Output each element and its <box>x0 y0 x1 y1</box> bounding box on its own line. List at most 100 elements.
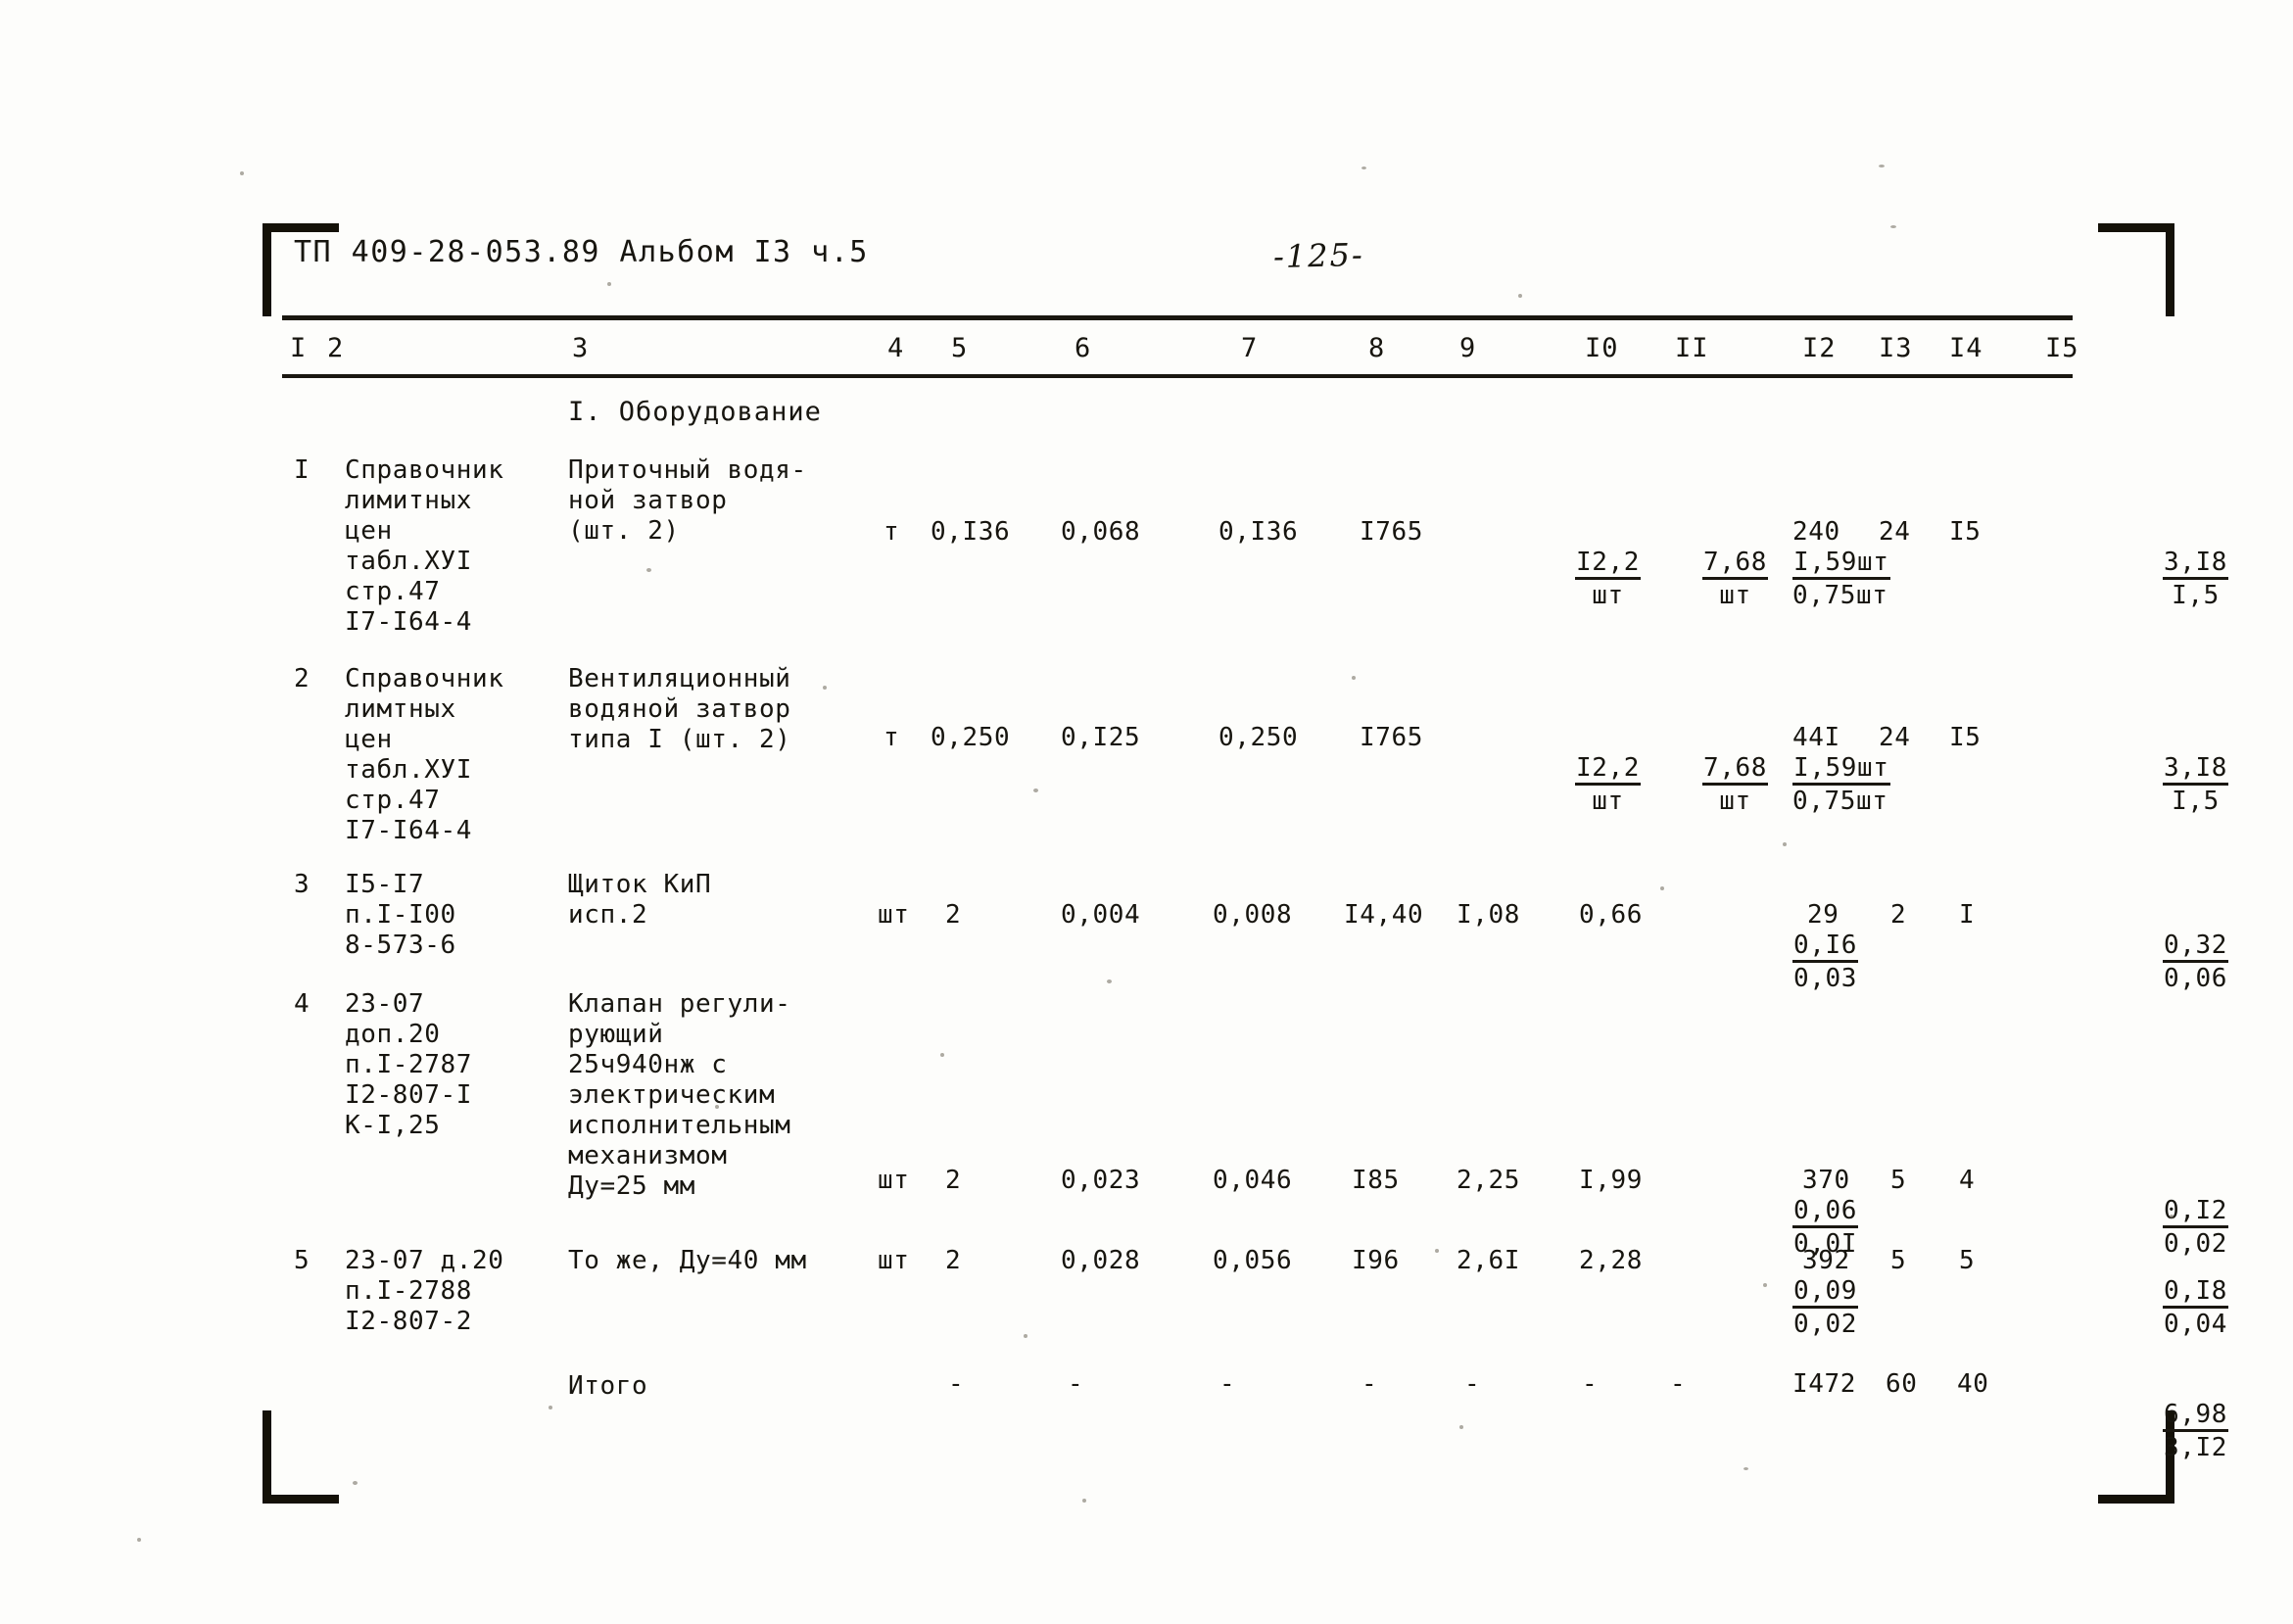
row-number: 4 <box>294 989 311 1019</box>
totals-col13: 60 <box>1886 1369 1918 1399</box>
row-col8: I85 <box>1352 1166 1400 1195</box>
totals-dash-col6: - <box>1068 1369 1083 1399</box>
row-col12: 370 <box>1802 1166 1850 1195</box>
column-header-13: I3 <box>1879 333 1913 363</box>
column-header-15: I5 <box>2045 333 2079 363</box>
row-col8: I765 <box>1360 517 1424 547</box>
row-col6: 0,004 <box>1061 900 1141 930</box>
row-col14: I <box>1959 900 1976 930</box>
row-col5: 2 <box>945 900 962 930</box>
row-col12: 44I <box>1792 723 1840 752</box>
row-col15: 3,I8 I,5 <box>2035 723 2229 847</box>
column-header-3: 3 <box>572 333 590 363</box>
row-name: То же, Ду=40 мм <box>568 1246 807 1275</box>
row-number: 2 <box>294 664 311 693</box>
row-col8: I4,40 <box>1344 900 1424 930</box>
row-col12: 392 <box>1802 1246 1850 1275</box>
row-code: Справочник лимитных цен табл.ХУI стр.47 … <box>345 455 504 637</box>
registration-corner-top-right <box>2081 223 2174 316</box>
row-col9: I,08 <box>1457 900 1521 930</box>
row-col11-numerator: 0,09 <box>1792 1276 1859 1309</box>
row-unit: шт <box>878 1166 910 1195</box>
row-col9: 2,25 <box>1457 1166 1521 1195</box>
row-col15: 0,I8 0,04 <box>2035 1246 2229 1370</box>
row-col11-denominator: 0,03 <box>1793 964 1858 993</box>
row-col11-numerator: I,59шт <box>1792 753 1890 786</box>
totals-dash-col8: - <box>1361 1369 1377 1399</box>
row-col15-denominator: 0,04 <box>2164 1310 2228 1339</box>
row-col10: 2,28 <box>1579 1246 1644 1275</box>
column-header-11: II <box>1675 333 1709 363</box>
totals-col14: 40 <box>1957 1369 1989 1399</box>
column-header-12: I2 <box>1802 333 1837 363</box>
row-col6: 0,028 <box>1061 1246 1141 1275</box>
row-col12: 29 <box>1807 900 1839 930</box>
totals-col15-denominator: 3,I2 <box>2164 1433 2228 1462</box>
row-col15-denominator: I,5 <box>2172 787 2220 816</box>
column-header-4: 4 <box>887 333 905 363</box>
row-col7: 0,056 <box>1213 1246 1293 1275</box>
row-col7: 0,046 <box>1213 1166 1293 1195</box>
row-col6: 0,I25 <box>1061 723 1141 752</box>
row-col15: 0,32 0,06 <box>2035 900 2229 1025</box>
row-number: I <box>294 455 311 485</box>
row-col15-numerator: 3,I8 <box>2163 753 2229 786</box>
page-number: -125- <box>1272 236 1365 275</box>
row-col15-numerator: 0,32 <box>2163 931 2229 963</box>
row-col15: 3,I8 I,5 <box>2035 517 2229 642</box>
row-col14: 4 <box>1959 1166 1976 1195</box>
row-unit: шт <box>878 1246 910 1275</box>
column-header-8: 8 <box>1368 333 1386 363</box>
totals-col15: 6,98 3,I2 <box>2035 1369 2229 1494</box>
row-col11: I,59шт 0,75шт <box>1665 517 1890 642</box>
row-code: Справочник лимтных цен табл.ХУI стр.47 I… <box>345 664 504 845</box>
totals-dash-col9: - <box>1464 1369 1480 1399</box>
row-col15-denominator: 0,06 <box>2164 964 2228 993</box>
row-col11-numerator: I,59шт <box>1792 548 1890 580</box>
row-col14: I5 <box>1949 517 1982 547</box>
row-unit: шт <box>878 900 910 930</box>
row-col11-denominator: 0,75шт <box>1792 787 1888 816</box>
column-header-6: 6 <box>1075 333 1092 363</box>
row-name: Клапан регули- рующий 25ч940нж с электри… <box>568 989 791 1201</box>
row-col7: 0,008 <box>1213 900 1293 930</box>
totals-col15-numerator: 6,98 <box>2163 1400 2229 1432</box>
column-header-7: 7 <box>1241 333 1259 363</box>
column-header-1: I <box>290 333 308 363</box>
row-name: Щиток КиП исп.2 <box>568 870 712 930</box>
column-header-2: 2 <box>327 333 345 363</box>
row-col10: I,99 <box>1579 1166 1644 1195</box>
row-col9: 2,6I <box>1457 1246 1521 1275</box>
totals-dash-col7: - <box>1219 1369 1235 1399</box>
row-col15-denominator: I,5 <box>2172 581 2220 610</box>
row-col11-numerator: 0,06 <box>1792 1196 1859 1228</box>
totals-col12: I472 <box>1792 1369 1857 1399</box>
row-col15-numerator: 0,I2 <box>2163 1196 2229 1228</box>
document-header: ТП 409-28-053.89 Альбом I3 ч.5 <box>294 235 869 269</box>
row-unit: т <box>884 517 900 547</box>
row-code: 23-07 д.20 п.I-2788 I2-807-2 <box>345 1246 504 1336</box>
row-col5: 2 <box>945 1246 962 1275</box>
column-header-5: 5 <box>951 333 969 363</box>
row-col6: 0,068 <box>1061 517 1141 547</box>
row-col13: 5 <box>1890 1246 1907 1275</box>
column-header-10: I0 <box>1585 333 1619 363</box>
row-col5: 0,I36 <box>931 517 1011 547</box>
row-code: 23-07 доп.20 п.I-2787 I2-807-I К-I,25 <box>345 989 473 1140</box>
row-col5: 2 <box>945 1166 962 1195</box>
totals-dash-col10: - <box>1582 1369 1598 1399</box>
registration-corner-bottom-left <box>263 1410 356 1504</box>
row-col5: 0,250 <box>931 723 1011 752</box>
row-name: Приточный водя- ной затвор (шт. 2) <box>568 455 807 546</box>
row-code: I5-I7 п.I-I00 8-573-6 <box>345 870 456 960</box>
totals-label: Итого <box>568 1371 648 1401</box>
row-col11-numerator: 0,I6 <box>1792 931 1859 963</box>
row-unit: т <box>884 723 900 752</box>
row-col11-denominator: 0,75шт <box>1792 581 1888 610</box>
column-header-9: 9 <box>1459 333 1477 363</box>
row-col13: 2 <box>1890 900 1907 930</box>
row-col14: I5 <box>1949 723 1982 752</box>
totals-dash-col11: - <box>1670 1369 1686 1399</box>
row-number: 5 <box>294 1246 311 1275</box>
row-name: Вентиляционный водяной затвор типа I (шт… <box>568 664 791 754</box>
